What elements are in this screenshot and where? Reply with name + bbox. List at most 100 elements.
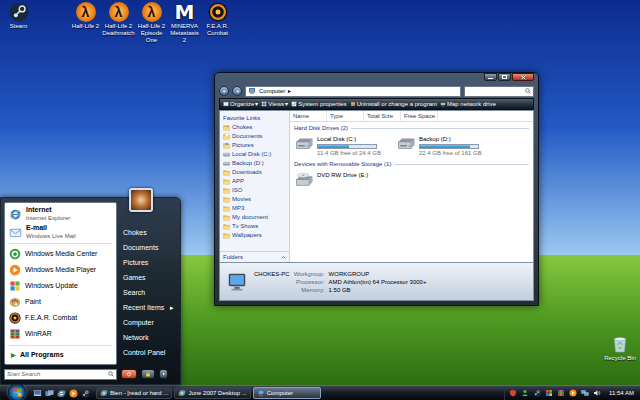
desktop-icon[interactable]: λHalf-Life 2 (69, 0, 102, 30)
tray-item[interactable] (509, 389, 517, 397)
quick-launch-item[interactable] (33, 389, 42, 398)
column-header[interactable]: Free Space (401, 111, 438, 121)
drive-item[interactable]: DVD RW Drive (E:) (294, 171, 394, 188)
place-item[interactable]: Computer (120, 316, 177, 331)
program-item[interactable]: Paint (5, 294, 116, 310)
place-item[interactable]: Chokes (120, 226, 177, 241)
desktop-icon[interactable]: MMINERVA Metastasis 2 (168, 0, 201, 44)
task-button[interactable]: Computer (253, 387, 321, 399)
media-player-icon (9, 264, 21, 276)
drive-item[interactable]: Local Disk (C:)11.4 GB free of 24.4 GB (294, 135, 394, 158)
place-item[interactable]: Search (120, 286, 177, 301)
favorite-link[interactable]: Downloads (220, 168, 289, 177)
favorite-link[interactable]: Pictures (220, 141, 289, 150)
quick-launch-item[interactable] (57, 389, 66, 398)
tray-item[interactable] (545, 389, 553, 397)
program-item[interactable]: Windows Media Player (5, 262, 116, 278)
map-icon (440, 101, 446, 107)
power-options-button[interactable] (159, 369, 168, 379)
computer-name (254, 286, 290, 294)
drive-item[interactable]: Backup (D:)22.4 GB free of 161 GB (396, 135, 496, 158)
group-header[interactable]: Devices with Removable Storage (1) (294, 160, 529, 169)
close-icon (521, 75, 526, 80)
program-item[interactable]: WinRAR (5, 326, 116, 342)
folders-toggle[interactable]: Folders (220, 251, 289, 262)
all-programs[interactable]: ▶All Programs (5, 348, 116, 362)
favorite-link[interactable]: ISO (220, 186, 289, 195)
quick-launch-item[interactable] (45, 389, 54, 398)
quick-launch-item[interactable] (69, 389, 78, 398)
steam-icon (81, 389, 90, 398)
favorite-link[interactable]: Tv Shows (220, 222, 289, 231)
recycle-bin[interactable]: Recycle Bin (603, 334, 637, 362)
start-button[interactable] (8, 383, 26, 400)
desktop-icon[interactable]: Steam (2, 0, 35, 30)
favorite-link[interactable]: MP3 (220, 204, 289, 213)
clock[interactable]: 11:54 AM (605, 389, 636, 398)
toolbar-button[interactable]: Organize▾ (223, 100, 258, 109)
pinned-item[interactable]: E-mailWindows Live Mail (5, 223, 116, 241)
toolbar-button[interactable]: Map network drive (440, 100, 496, 109)
favorite-link[interactable]: Chokes (220, 123, 289, 132)
favorite-link[interactable]: My document (220, 213, 289, 222)
task-button[interactable]: Bien - [read or hard ... (96, 387, 172, 399)
usage-bar (317, 144, 377, 149)
minimize-button[interactable] (484, 73, 497, 81)
toolbar-button[interactable]: Views▾ (261, 100, 288, 109)
place-item[interactable]: Network (120, 331, 177, 346)
pinned-item[interactable]: InternetInternet Explorer (5, 205, 116, 223)
program-item[interactable]: Windows Update (5, 278, 116, 294)
favorite-link[interactable]: Documents (220, 132, 289, 141)
column-header[interactable]: Total Size (364, 111, 401, 121)
title-bar[interactable] (219, 73, 534, 84)
quick-launch-item[interactable] (81, 389, 90, 398)
address-location[interactable]: Computer (259, 87, 285, 96)
place-item[interactable]: Documents (120, 241, 177, 256)
place-item[interactable]: Games (120, 271, 177, 286)
explorer-window[interactable]: Computer▸ Organize▾Views▾System propertie… (214, 72, 539, 306)
start-menu: InternetInternet ExplorerE-mailWindows L… (0, 197, 181, 385)
drive-group: Hard Disk Drives (2) Local Disk (C:)11.4 … (294, 124, 529, 158)
drive-icon (223, 151, 230, 158)
desktop-icon[interactable]: λHalf-Life 2 Deathmatch (102, 0, 135, 37)
maximize-button[interactable] (498, 73, 511, 81)
tray-item[interactable] (521, 389, 529, 397)
place-item[interactable]: Control Panel (120, 346, 177, 361)
program-item[interactable]: Windows Media Center (5, 246, 116, 262)
address-separator[interactable]: ▸ (288, 87, 291, 96)
favorite-link[interactable]: Local Disk (C:) (220, 150, 289, 159)
toolbar-button[interactable]: System properties (291, 100, 346, 109)
desktop-icon (33, 389, 42, 398)
lambda-icon: λ (76, 2, 96, 22)
tray-item[interactable] (581, 389, 589, 397)
favorite-link[interactable]: APP (220, 177, 289, 186)
close-button[interactable] (512, 73, 534, 81)
favorite-link[interactable]: Wallpapers (220, 231, 289, 240)
start-search[interactable]: Start Search (4, 369, 117, 380)
tray-item[interactable] (533, 389, 541, 397)
user-picture[interactable] (129, 188, 153, 212)
place-item[interactable]: Recent Items▸ (120, 301, 177, 316)
column-header[interactable]: Type (327, 111, 364, 121)
group-header[interactable]: Hard Disk Drives (2) (294, 124, 529, 133)
forward-button[interactable] (232, 86, 242, 96)
power-button[interactable] (121, 369, 137, 379)
detail-label: Processor: (294, 278, 325, 286)
tray-item[interactable] (569, 389, 577, 397)
desktop-icon[interactable]: λHalf-Life 2 Episode One (135, 0, 168, 44)
toolbar-button[interactable]: Uninstall or change a program (350, 100, 437, 109)
favorite-link[interactable]: Backup (D:) (220, 159, 289, 168)
column-header[interactable]: Name (290, 111, 327, 121)
lock-button[interactable] (141, 369, 155, 379)
task-button[interactable]: June 2007 Desktop ... (174, 387, 250, 399)
tray-item[interactable] (557, 389, 565, 397)
program-item[interactable]: F.E.A.R. Combat (5, 310, 116, 326)
search-box[interactable] (464, 86, 534, 97)
favorite-link[interactable]: Movies (220, 195, 289, 204)
desktop-icon[interactable]: F.E.A.R. Combat (201, 0, 234, 37)
tray-item[interactable] (593, 389, 601, 397)
fear-icon (208, 2, 228, 22)
back-button[interactable] (219, 86, 229, 96)
address-bar[interactable]: Computer▸ (245, 86, 461, 97)
place-item[interactable]: Pictures (120, 256, 177, 271)
